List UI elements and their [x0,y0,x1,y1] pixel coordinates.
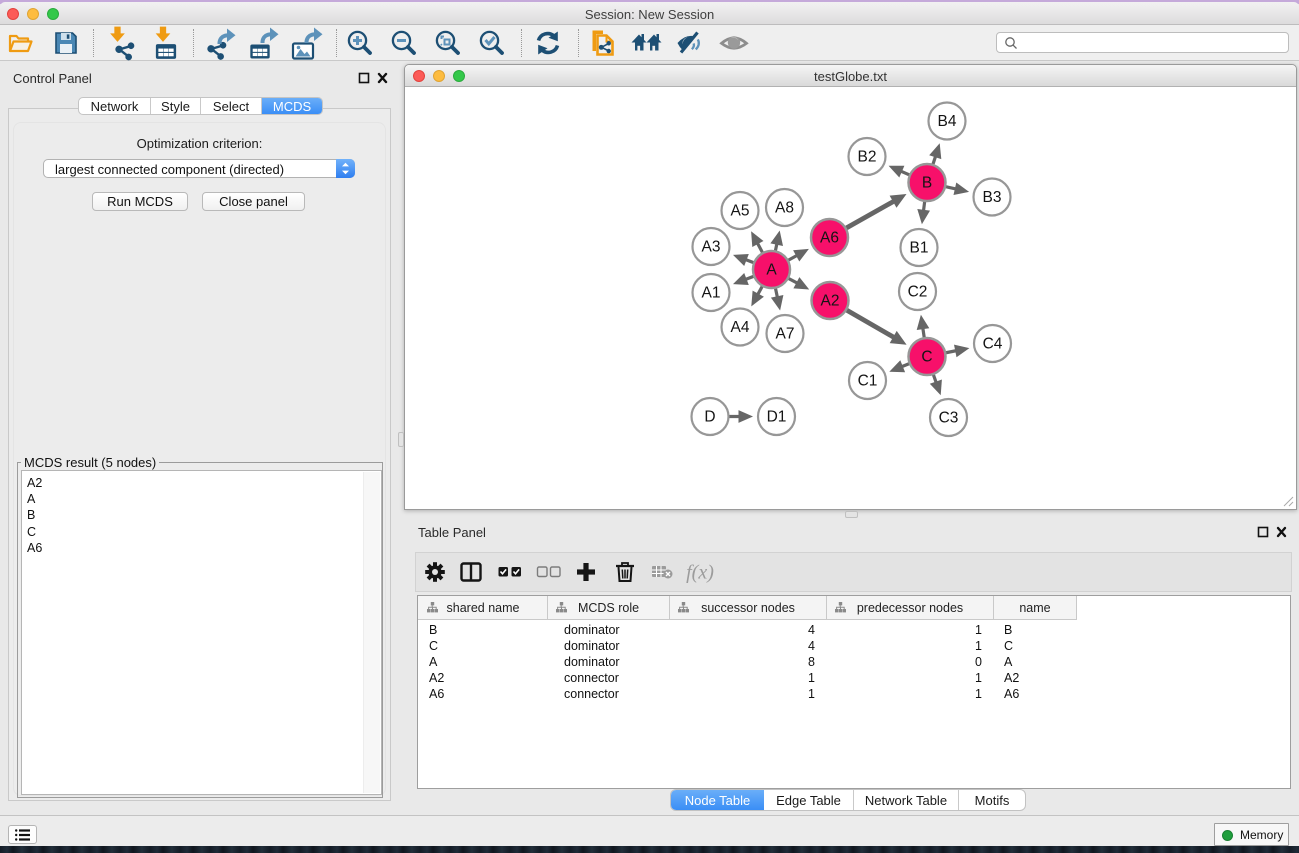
svg-text:A4: A4 [731,319,750,336]
svg-text:A8: A8 [775,200,794,217]
svg-text:C3: C3 [939,410,959,427]
svg-text:B2: B2 [858,149,877,166]
svg-text:A1: A1 [702,285,721,302]
svg-text:B1: B1 [910,240,929,257]
svg-text:C4: C4 [983,336,1003,353]
svg-text:D: D [704,409,715,426]
svg-text:C: C [921,349,932,366]
svg-text:A6: A6 [820,230,839,247]
svg-text:A2: A2 [821,293,840,310]
svg-text:A: A [766,262,777,279]
svg-text:B4: B4 [938,113,957,130]
svg-text:A7: A7 [776,326,795,343]
svg-text:D1: D1 [767,409,787,426]
svg-text:f(x): f(x) [686,562,714,584]
svg-text:C1: C1 [858,373,878,390]
svg-text:B: B [922,175,932,192]
svg-text:C2: C2 [908,284,928,301]
svg-text:B3: B3 [983,189,1002,206]
svg-text:A5: A5 [731,203,750,220]
svg-text:A3: A3 [702,239,721,256]
